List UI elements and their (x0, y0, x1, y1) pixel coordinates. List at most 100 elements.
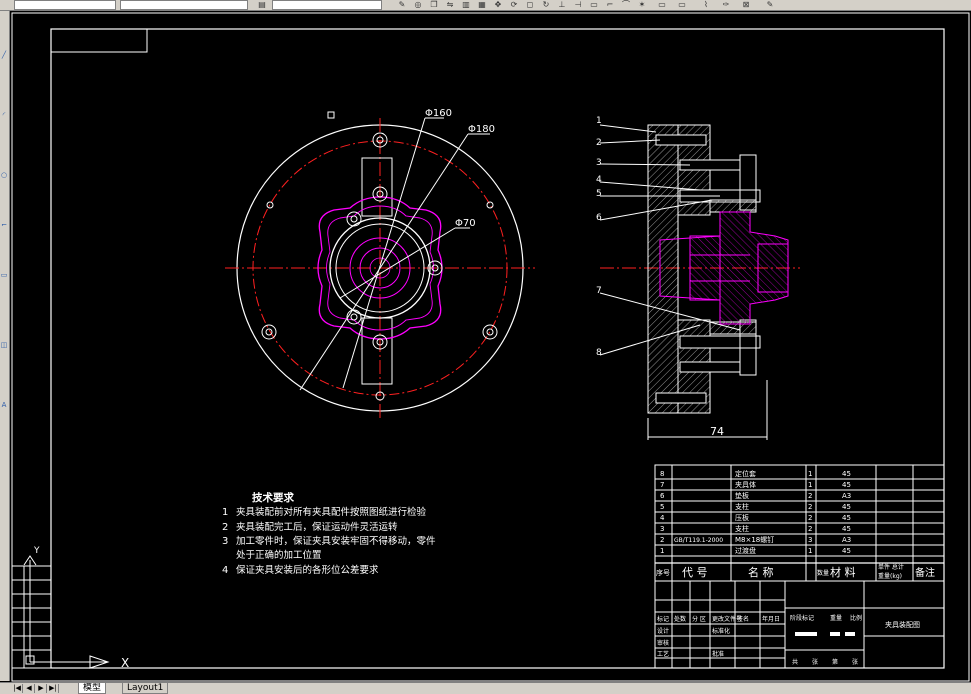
bom-r3-name: 垫板 (735, 491, 749, 500)
tb-date: 年月日 (762, 615, 780, 623)
tb-zone: 分 区 (692, 615, 706, 623)
bom-r5-name: 压板 (735, 513, 749, 522)
circle-tool-icon[interactable]: ○ (0, 171, 8, 179)
bom-r6-mat: 45 (842, 525, 851, 533)
text-tool-icon[interactable]: A (0, 401, 8, 409)
bom-r3-no: 6 (660, 492, 665, 500)
ucs-icon (23, 555, 110, 669)
hatch-icon[interactable]: ⊠ (740, 0, 752, 9)
next-tab-icon[interactable]: ▶ (36, 684, 47, 693)
bom-r1-no: 8 (660, 470, 664, 478)
tb-design: 设计 (657, 627, 669, 635)
ucs-y-label: Y (33, 546, 40, 556)
match-icon[interactable]: ▭ (676, 0, 688, 9)
arc-tool-icon[interactable]: ◜ (0, 111, 8, 119)
tab-layout1[interactable]: Layout1 (122, 683, 169, 694)
bom-r6-qty: 2 (808, 525, 812, 533)
balloon-3: 3 (596, 158, 602, 168)
color-dropdown[interactable] (272, 0, 382, 10)
tb-sheet2: 张 (852, 658, 858, 666)
bom-r4-mat: 45 (842, 503, 851, 511)
drawing-canvas[interactable]: Φ160 Φ180 Φ70 1 2 3 4 5 6 7 8 74 技术要求 1 … (10, 11, 971, 682)
pan-icon[interactable]: ✎ (396, 0, 408, 9)
balloon-5: 5 (596, 189, 602, 199)
note-3-num: 3 (222, 536, 228, 547)
bom-r6-name: 支柱 (735, 524, 749, 533)
section-view: 1 2 3 4 5 6 7 8 74 (596, 116, 800, 440)
move-icon[interactable]: ✥ (492, 0, 504, 9)
bom-r6-no: 3 (660, 525, 664, 533)
bom-r2-no: 7 (660, 481, 664, 489)
bom-r7-no: 2 (660, 536, 664, 544)
first-tab-icon[interactable]: |◀ (12, 684, 23, 693)
note-4-num: 4 (222, 565, 228, 576)
bom-table: 8 定位套 1 45 7 夹具体 1 45 6 垫板 2 A3 5 支柱 2 4… (654, 464, 945, 582)
layer-dropdown[interactable] (14, 0, 116, 10)
explode-icon[interactable]: ✶ (636, 0, 648, 9)
last-tab-icon[interactable]: ▶| (48, 684, 59, 693)
draw-icon[interactable]: ⌇ (700, 0, 712, 9)
properties-icon[interactable]: ▭ (656, 0, 668, 9)
copy-icon[interactable]: ❐ (428, 0, 440, 9)
note-2-text: 夹具装配完工后，保证运动件灵活运转 (236, 521, 398, 533)
tab-model[interactable]: 模型 (78, 683, 107, 694)
select-icon[interactable]: ◎ (412, 0, 424, 9)
linetype-dropdown[interactable] (120, 0, 248, 10)
balloon-7: 7 (596, 286, 602, 296)
bom-r2-name: 夹具体 (735, 480, 756, 489)
rotate-icon[interactable]: ⟳ (508, 0, 520, 9)
fillet-icon[interactable]: ⌒ (620, 0, 632, 9)
extend-icon[interactable]: ⊣ (572, 0, 584, 9)
toolbar: ▤ ✎ ◎ ❐ ⇋ ▥ ▦ ✥ ⟳ ◻ ↻ ⊥ ⊣ ▭ ⌐ ⌒ ✶ ▭ ▭ ⌇ … (0, 0, 971, 11)
prev-tab-icon[interactable]: ◀ (24, 684, 35, 693)
bom-r7-mat: A3 (842, 536, 851, 544)
tool-icon[interactable]: ✎ (764, 0, 776, 9)
bom-r8-qty: 1 (808, 547, 812, 555)
tb-sign: 签名 (737, 615, 749, 623)
bom-hdr-weight2: 重量(kg) (878, 572, 902, 580)
tb-standardize: 标准化 (712, 627, 730, 635)
tb-scale: 比例 (850, 614, 862, 622)
array-icon[interactable]: ▦ (476, 0, 488, 9)
bom-r4-name: 支柱 (735, 502, 749, 511)
ucs-x-label: X (121, 656, 129, 670)
tb-sheet1: 张 (812, 658, 818, 666)
dim-phi70: Φ70 (455, 218, 476, 229)
offset-icon[interactable]: ▥ (460, 0, 472, 9)
stretch-icon[interactable]: ↻ (540, 0, 552, 9)
break-icon[interactable]: ▭ (588, 0, 600, 9)
balloon-8: 8 (596, 348, 602, 358)
bom-r7-name: M8×18螺钉 (735, 535, 774, 544)
note-3-text: 加工零件时，保证夹具安装牢固不得移动，零件 (236, 535, 436, 547)
bom-r3-qty: 2 (808, 492, 812, 500)
note-2-num: 2 (222, 522, 228, 533)
pen-icon[interactable]: ✑ (720, 0, 732, 9)
line-tool-icon[interactable]: ╱ (0, 51, 8, 59)
layer-manager-icon[interactable]: ▤ (256, 0, 268, 9)
dim-phi160: Φ160 (425, 108, 452, 119)
bom-r2-qty: 1 (808, 481, 812, 489)
title-block: 标记 处数 分 区 更改文件号 签名 年月日 设计 标准化 审核 工艺 批准 阶… (654, 580, 945, 669)
bom-r1-qty: 1 (808, 470, 812, 478)
bom-r4-no: 5 (660, 503, 664, 511)
polyline-tool-icon[interactable]: ⌐ (0, 221, 8, 229)
note-1-text: 夹具装配前对所有夹具配件按照图纸进行检验 (236, 506, 427, 518)
scale-icon[interactable]: ◻ (524, 0, 536, 9)
tb-approve: 批准 (712, 650, 724, 658)
chamfer-icon[interactable]: ⌐ (604, 0, 616, 9)
layout-tab-bar: |◀ ◀ ▶ ▶| 模型 Layout1 (0, 682, 971, 694)
bom-r1-name: 定位套 (735, 469, 756, 478)
notes-title: 技术要求 (252, 491, 294, 504)
trim-icon[interactable]: ⊥ (556, 0, 568, 9)
tb-drawing-name: 夹具装配图 (885, 620, 920, 629)
bom-r7-qty: 3 (808, 536, 812, 544)
rectangle-tool-icon[interactable]: ▭ (0, 271, 8, 279)
tb-total: 共 (792, 658, 798, 666)
note-3b-text: 处于正确的加工位置 (236, 549, 322, 561)
tb-mark: 标记 (657, 615, 669, 623)
balloon-2: 2 (596, 138, 602, 148)
balloon-6: 6 (596, 213, 602, 223)
block-tool-icon[interactable]: ◫ (0, 341, 8, 349)
mirror-icon[interactable]: ⇋ (444, 0, 456, 9)
bom-hdr-mat: 材 料 (830, 565, 856, 579)
